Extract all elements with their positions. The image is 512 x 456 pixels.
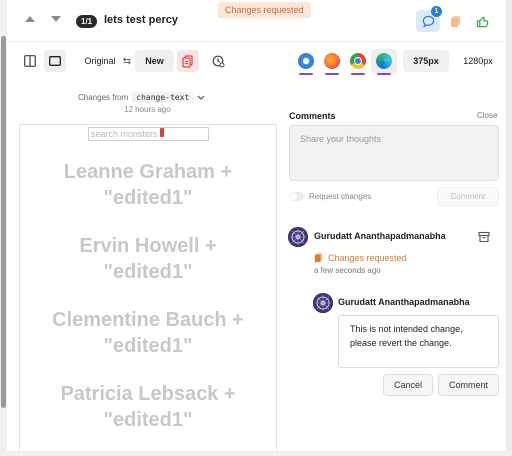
left-scrollbar[interactable] [0,0,7,456]
diff-pages-icon [182,54,193,68]
right-scroll-rail [506,0,512,456]
monster-card-name: Leanne Graham + "edited1" [63,161,233,209]
chrome-active-indicator [351,73,365,75]
snapshot-counter: 1/1 [76,15,98,28]
post-comment-button[interactable]: Comment [437,187,499,206]
changes-requested-status: Changes requested [314,252,407,263]
single-view-icon [49,56,61,66]
snapshot-title: lets test percy [104,14,178,26]
safari-icon[interactable] [298,53,314,69]
edge-icon[interactable] [376,53,392,69]
comment-author: Gurudatt Ananthapadmanabha [314,231,446,241]
snapshot-preview: search monsters Leanne Graham + "edited1"… [19,124,277,456]
diff-highlight [160,128,164,137]
chevron-down-icon[interactable] [197,95,205,101]
request-changes-button[interactable] [444,10,468,32]
changes-from-row: Changes from change-text [78,92,205,103]
comment-bubble-icon [422,15,434,28]
snapshot-header: 1/1 lets test percy Changes requested 1 [7,0,506,42]
base-branch-selector[interactable]: change-text [132,92,194,103]
reply-comment-button[interactable]: Comment [438,374,499,396]
new-toggle[interactable]: New [135,50,174,72]
status-badge: Changes requested [218,2,311,18]
original-toggle[interactable]: Original [80,50,120,72]
new-comment-textarea[interactable]: Share your thoughts [289,125,499,181]
clock-settings-icon [212,55,224,67]
monster-card-name: Clementine Bauch + "edited1" [52,309,244,357]
approve-button[interactable] [470,10,494,32]
view-toolbar: Original ⇆ New 375px 1280px [7,42,506,82]
safari-active-indicator [299,73,313,75]
chrome-icon[interactable] [350,53,366,69]
avatar [313,293,333,313]
notification-count-badge: 1 [431,6,442,17]
changes-from-label: Changes from [78,93,129,102]
comments-close-link[interactable]: Close [477,111,497,120]
request-changes-label: Request changes [309,192,372,201]
avatar [288,227,308,247]
firefox-active-indicator [325,73,339,75]
diff-toggle-button[interactable] [177,50,199,72]
reply-textarea[interactable]: This is not intended change, please reve… [338,315,499,368]
comment-timestamp: a few seconds ago [314,266,381,275]
split-view-button[interactable] [20,50,40,72]
monster-card-name: Patricia Lebsack + "edited1" [60,383,236,431]
cancel-button[interactable]: Cancel [383,374,433,396]
comments-title: Comments [289,111,336,121]
reply-author: Gurudatt Ananthapadmanabha [338,297,470,307]
width-375-button[interactable]: 375px [403,50,449,72]
firefox-icon[interactable] [324,53,340,69]
scrollbar-thumb[interactable] [1,36,6,408]
history-button[interactable] [207,50,229,72]
previous-snapshot-arrow-icon[interactable] [25,16,35,22]
monster-card-name: Ervin Howell + "edited1" [79,235,217,283]
edge-active-indicator [377,73,391,75]
request-changes-toggle[interactable] [289,192,304,201]
copy-pages-icon [451,15,460,27]
single-view-button[interactable] [44,50,66,72]
thumbs-up-icon [476,16,488,27]
bottom-scroll-rail [0,451,512,456]
split-view-icon [24,55,36,67]
avatar-pattern-icon [288,227,308,247]
toggle-knob [290,193,297,200]
width-1280-button[interactable]: 1280px [456,50,500,72]
next-snapshot-arrow-icon[interactable] [51,16,61,22]
copy-pages-icon [314,252,323,263]
changes-requested-label: Changes requested [328,252,407,263]
archive-icon[interactable] [478,231,490,243]
avatar-pattern-icon [313,293,333,313]
build-time-ago: 12 hours ago [124,105,171,114]
search-monsters-input: search monsters [88,127,209,141]
swap-icon[interactable]: ⇆ [121,50,133,72]
